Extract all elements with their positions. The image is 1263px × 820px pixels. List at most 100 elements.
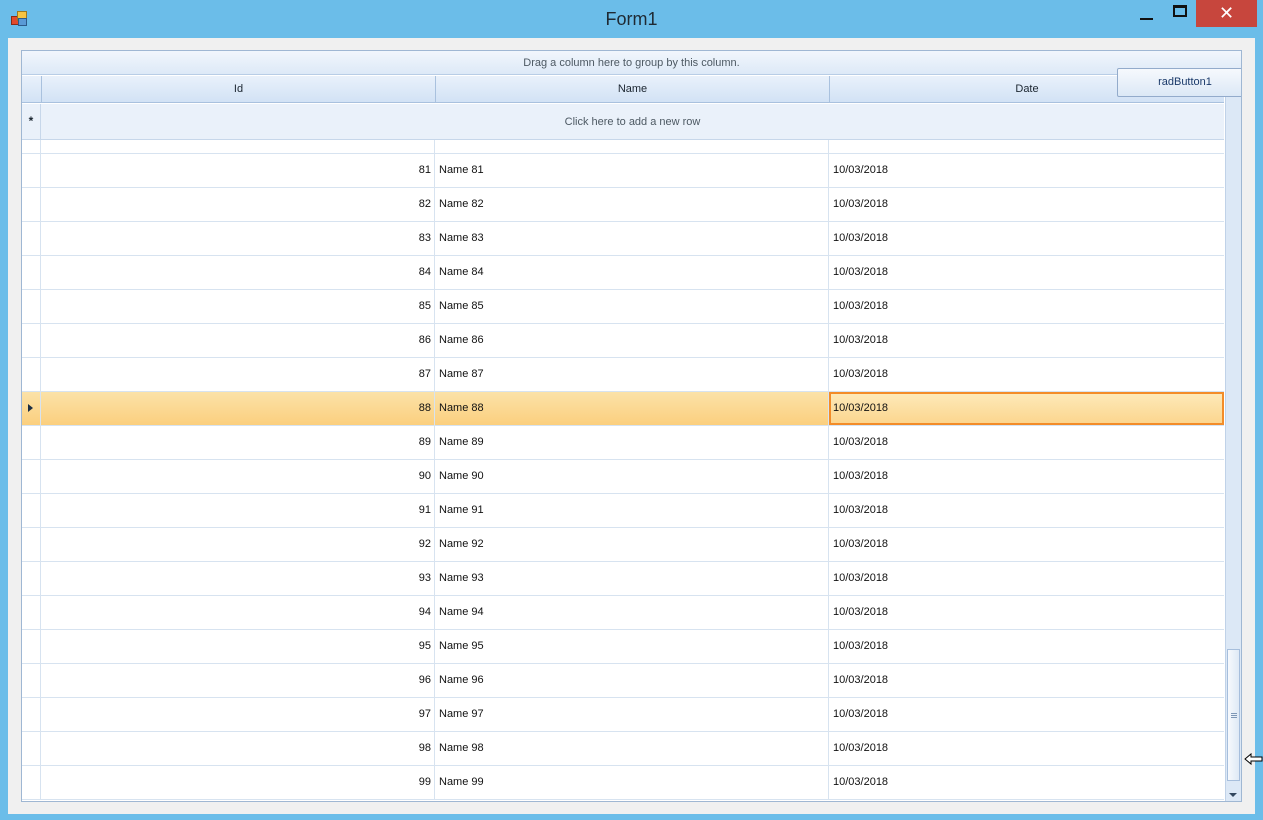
row-indicator[interactable] <box>22 392 41 425</box>
cell-id[interactable]: 93 <box>41 562 435 595</box>
table-row[interactable]: 95 Name 95 10/03/2018 <box>22 630 1224 664</box>
table-row[interactable]: 86 Name 86 10/03/2018 <box>22 324 1224 358</box>
cell-id[interactable]: 90 <box>41 460 435 493</box>
row-indicator[interactable] <box>22 256 41 289</box>
cell-id[interactable]: 99 <box>41 766 435 799</box>
cell-date[interactable]: 10/03/2018 <box>829 766 1224 799</box>
row-indicator[interactable] <box>22 358 41 391</box>
cell-name[interactable]: Name 99 <box>435 766 829 799</box>
cell-id[interactable]: 86 <box>41 324 435 357</box>
cell-date[interactable]: 10/03/2018 <box>829 630 1224 663</box>
cell-name[interactable]: Name 90 <box>435 460 829 493</box>
column-header-name[interactable]: Name <box>435 76 829 103</box>
table-row[interactable]: 80 Name 80 10/03/2018 <box>22 140 1224 154</box>
cell-date[interactable]: 10/03/2018 <box>829 732 1224 765</box>
cell-name[interactable]: Name 94 <box>435 596 829 629</box>
cell-id[interactable]: 84 <box>41 256 435 289</box>
cell-name[interactable]: Name 80 <box>435 140 829 153</box>
close-button[interactable]: ✕ <box>1196 0 1257 27</box>
cell-date[interactable]: 10/03/2018 <box>829 188 1224 221</box>
cell-name[interactable]: Name 81 <box>435 154 829 187</box>
row-indicator[interactable] <box>22 698 41 731</box>
cell-date[interactable]: 10/03/2018 <box>829 528 1224 561</box>
row-indicator[interactable] <box>22 460 41 493</box>
row-indicator[interactable] <box>22 324 41 357</box>
row-indicator[interactable] <box>22 222 41 255</box>
cell-name[interactable]: Name 98 <box>435 732 829 765</box>
table-row[interactable]: 99 Name 99 10/03/2018 <box>22 766 1224 800</box>
cell-id[interactable]: 80 <box>41 140 435 153</box>
cell-date[interactable]: 10/03/2018 <box>829 222 1224 255</box>
cell-id[interactable]: 98 <box>41 732 435 765</box>
cell-id[interactable]: 88 <box>41 392 435 425</box>
row-indicator[interactable] <box>22 140 41 153</box>
cell-id[interactable]: 95 <box>41 630 435 663</box>
radbutton1-button[interactable]: radButton1 <box>1117 68 1241 97</box>
cell-id[interactable]: 81 <box>41 154 435 187</box>
cell-date[interactable]: 10/03/2018 <box>829 596 1224 629</box>
cell-date[interactable]: 10/03/2018 <box>829 426 1224 459</box>
cell-id[interactable]: 96 <box>41 664 435 697</box>
cell-id[interactable]: 97 <box>41 698 435 731</box>
title-bar[interactable]: Form1 ✕ <box>0 0 1263 38</box>
row-indicator[interactable] <box>22 766 41 799</box>
table-row[interactable]: 83 Name 83 10/03/2018 <box>22 222 1224 256</box>
cell-date[interactable]: 10/03/2018 <box>829 358 1224 391</box>
cell-name[interactable]: Name 92 <box>435 528 829 561</box>
cell-date[interactable]: 10/03/2018 <box>829 154 1224 187</box>
cell-date[interactable]: 10/03/2018 <box>829 664 1224 697</box>
row-indicator[interactable] <box>22 630 41 663</box>
cell-name[interactable]: Name 87 <box>435 358 829 391</box>
table-row[interactable]: 87 Name 87 10/03/2018 <box>22 358 1224 392</box>
row-indicator[interactable] <box>22 528 41 561</box>
row-indicator[interactable] <box>22 154 41 187</box>
cell-name[interactable]: Name 88 <box>435 392 829 425</box>
cell-date[interactable]: 10/03/2018 <box>829 562 1224 595</box>
cell-name[interactable]: Name 86 <box>435 324 829 357</box>
cell-name[interactable]: Name 97 <box>435 698 829 731</box>
new-row-text[interactable]: Click here to add a new row <box>41 104 1224 140</box>
column-header-id[interactable]: Id <box>41 76 435 103</box>
cell-date[interactable]: 10/03/2018 <box>829 256 1224 289</box>
cell-date[interactable]: 10/03/2018 <box>829 494 1224 527</box>
cell-id[interactable]: 82 <box>41 188 435 221</box>
cell-name[interactable]: Name 96 <box>435 664 829 697</box>
table-row[interactable]: 90 Name 90 10/03/2018 <box>22 460 1224 494</box>
cell-name[interactable]: Name 83 <box>435 222 829 255</box>
vertical-scrollbar[interactable] <box>1225 76 1241 801</box>
cell-id[interactable]: 83 <box>41 222 435 255</box>
cell-id[interactable]: 85 <box>41 290 435 323</box>
row-indicator[interactable] <box>22 732 41 765</box>
cell-date[interactable]: 10/03/2018 <box>829 698 1224 731</box>
cell-date[interactable]: 10/03/2018 <box>829 140 1224 153</box>
row-indicator[interactable] <box>22 290 41 323</box>
scroll-down-arrow-icon[interactable] <box>1229 793 1237 797</box>
cell-date-current[interactable]: 10/03/2018 <box>829 392 1224 425</box>
table-row[interactable]: 98 Name 98 10/03/2018 <box>22 732 1224 766</box>
maximize-button[interactable] <box>1166 0 1194 28</box>
cell-name[interactable]: Name 95 <box>435 630 829 663</box>
cell-name[interactable]: Name 89 <box>435 426 829 459</box>
table-row[interactable]: 94 Name 94 10/03/2018 <box>22 596 1224 630</box>
row-indicator[interactable] <box>22 664 41 697</box>
table-row[interactable]: 97 Name 97 10/03/2018 <box>22 698 1224 732</box>
cell-id[interactable]: 94 <box>41 596 435 629</box>
cell-id[interactable]: 92 <box>41 528 435 561</box>
table-row[interactable]: 96 Name 96 10/03/2018 <box>22 664 1224 698</box>
table-row[interactable]: 82 Name 82 10/03/2018 <box>22 188 1224 222</box>
cell-date[interactable]: 10/03/2018 <box>829 460 1224 493</box>
cell-id[interactable]: 91 <box>41 494 435 527</box>
cell-name[interactable]: Name 85 <box>435 290 829 323</box>
new-row[interactable]: * Click here to add a new row <box>22 104 1224 140</box>
scrollbar-thumb[interactable] <box>1227 649 1240 781</box>
group-panel[interactable]: Drag a column here to group by this colu… <box>22 51 1241 75</box>
cell-name[interactable]: Name 91 <box>435 494 829 527</box>
table-row[interactable]: 92 Name 92 10/03/2018 <box>22 528 1224 562</box>
table-row[interactable]: 85 Name 85 10/03/2018 <box>22 290 1224 324</box>
cell-name[interactable]: Name 82 <box>435 188 829 221</box>
cell-id[interactable]: 89 <box>41 426 435 459</box>
table-row[interactable]: 89 Name 89 10/03/2018 <box>22 426 1224 460</box>
table-row[interactable]: 91 Name 91 10/03/2018 <box>22 494 1224 528</box>
row-indicator[interactable] <box>22 596 41 629</box>
table-row[interactable]: 93 Name 93 10/03/2018 <box>22 562 1224 596</box>
